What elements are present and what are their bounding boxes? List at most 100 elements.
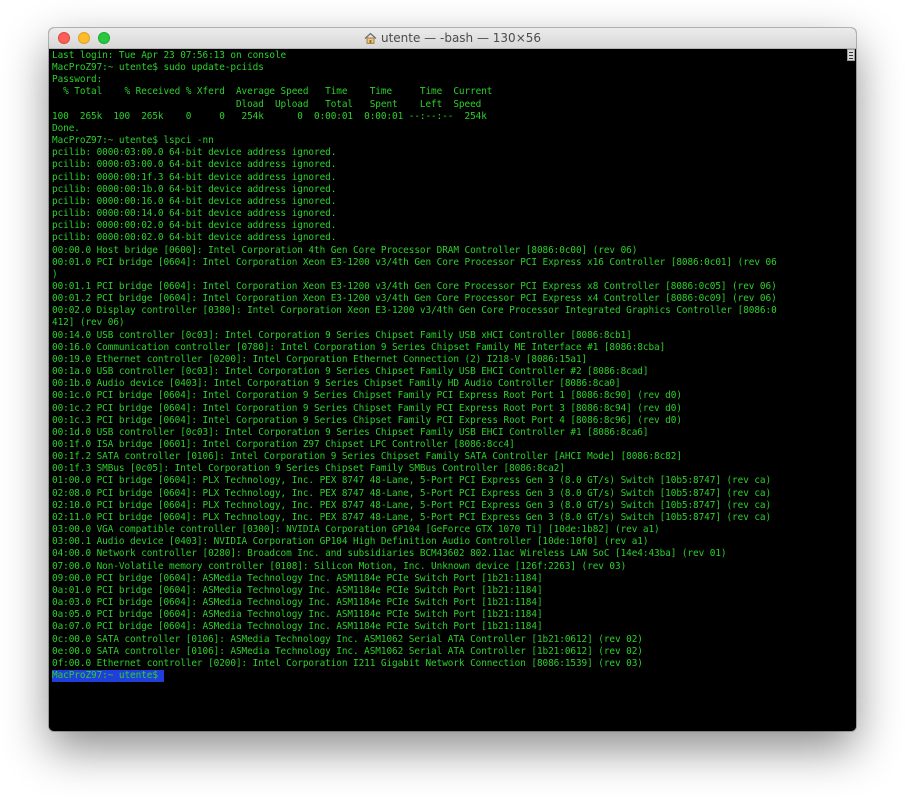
terminal-line: 00:01.0 PCI bridge [0604]: Intel Corpora… <box>52 256 777 268</box>
terminal-line: 00:14.0 USB controller [0c03]: Intel Cor… <box>52 329 632 341</box>
terminal-line: 00:1c.2 PCI bridge [0604]: Intel Corpora… <box>52 402 682 414</box>
terminal-line: 04:00.0 Network controller [0280]: Broad… <box>52 548 727 560</box>
terminal-line: pcilib: 0000:03:00.0 64-bit device addre… <box>52 159 337 171</box>
terminal-line: pcilib: 0000:00:1f.3 64-bit device addre… <box>52 171 337 183</box>
terminal-line: 03:00.0 VGA compatible controller [0300]… <box>52 524 660 536</box>
terminal-line-row: % Total % Received % Xferd Average Speed… <box>52 86 844 98</box>
terminal-line-row: 04:00.0 Network controller [0280]: Broad… <box>52 548 844 560</box>
terminal-line-row: 00:1f.0 ISA bridge [0601]: Intel Corpora… <box>52 439 844 451</box>
terminal-line: 0e:00.0 SATA controller [0106]: ASMedia … <box>52 645 643 657</box>
terminal-line-row: Done. <box>52 123 844 135</box>
terminal-line-row: pcilib: 0000:03:00.0 64-bit device addre… <box>52 147 844 159</box>
terminal-line-row: pcilib: 0000:00:14.0 64-bit device addre… <box>52 208 844 220</box>
terminal-line-row: 03:00.0 VGA compatible controller [0300]… <box>52 524 844 536</box>
terminal-line: % Total % Received % Xferd Average Speed… <box>52 86 493 98</box>
terminal-line-row: ) <box>52 269 844 281</box>
terminal-line-row: 0a:01.0 PCI bridge [0604]: ASMedia Techn… <box>52 585 844 597</box>
terminal-line: 00:00.0 Host bridge [0600]: Intel Corpor… <box>52 244 638 256</box>
window-title: utente — -bash — 130×56 <box>380 31 542 45</box>
terminal-line: 01:00.0 PCI bridge [0604]: PLX Technolog… <box>52 475 772 487</box>
terminal-output[interactable]: Last login: Tue Apr 23 07:56:13 on conso… <box>49 49 856 731</box>
terminal-line: Last login: Tue Apr 23 07:56:13 on conso… <box>52 50 287 61</box>
terminal-line: 02:11.0 PCI bridge [0604]: PLX Technolog… <box>52 511 772 523</box>
terminal-line-row: 0a:03.0 PCI bridge [0604]: ASMedia Techn… <box>52 597 844 609</box>
terminal-line-row: 00:01.2 PCI bridge [0604]: Intel Corpora… <box>52 293 844 305</box>
terminal-line: 02:10.0 PCI bridge [0604]: PLX Technolog… <box>52 499 772 511</box>
terminal-line: 00:1b.0 Audio device [0403]: Intel Corpo… <box>52 378 621 390</box>
terminal-line: 00:1f.3 SMBus [0c05]: Intel Corporation … <box>52 463 565 475</box>
terminal-line-row: 00:19.0 Ethernet controller [0200]: Inte… <box>52 354 844 366</box>
terminal-line-row: 0f:00.0 Ethernet controller [0200]: Inte… <box>52 658 844 670</box>
title-wrap: utente — -bash — 130×56 <box>49 28 856 48</box>
terminal-line: ) <box>52 268 58 280</box>
terminal-line-row: pcilib: 0000:00:1b.0 64-bit device addre… <box>52 184 844 196</box>
terminal-line-row: 00:1d.0 USB controller [0c03]: Intel Cor… <box>52 427 844 439</box>
terminal-line: 00:19.0 Ethernet controller [0200]: Inte… <box>52 353 588 365</box>
terminal-line-row: 00:16.0 Communication controller [0780]:… <box>52 342 844 354</box>
terminal-line-row: 00:1c.3 PCI bridge [0604]: Intel Corpora… <box>52 415 844 427</box>
terminal-line: 00:1d.0 USB controller [0c03]: Intel Cor… <box>52 426 649 438</box>
terminal-line: pcilib: 0000:00:16.0 64-bit device addre… <box>52 195 337 207</box>
terminal-line: 00:16.0 Communication controller [0780]:… <box>52 341 666 353</box>
terminal-line: MacProZ97:~ utente$ lspci -nn <box>52 135 214 147</box>
terminal-line-row: 02:11.0 PCI bridge [0604]: PLX Technolog… <box>52 512 844 524</box>
terminal-line: 07:00.0 Non-Volatile memory controller [… <box>52 560 627 572</box>
terminal-line: 0c:00.0 SATA controller [0106]: ASMedia … <box>52 633 643 645</box>
terminal-line-row: Password: <box>52 74 844 86</box>
terminal-line-row: 00:01.1 PCI bridge [0604]: Intel Corpora… <box>52 281 844 293</box>
terminal-line: 00:01.2 PCI bridge [0604]: Intel Corpora… <box>52 293 777 305</box>
terminal-line: Done. <box>52 122 80 134</box>
terminal-line: Dload Upload Total Spent Left Speed <box>52 98 482 110</box>
terminal-line: 00:02.0 Display controller [0380]: Intel… <box>52 305 777 317</box>
terminal-line-row: pcilib: 0000:03:00.0 64-bit device addre… <box>52 159 844 171</box>
terminal-line: 00:1c.3 PCI bridge [0604]: Intel Corpora… <box>52 414 682 426</box>
terminal-line-row: 00:1b.0 Audio device [0403]: Intel Corpo… <box>52 378 844 390</box>
terminal-window: utente — -bash — 130×56 Last login: Tue … <box>49 28 856 731</box>
terminal-line-row: 00:01.0 PCI bridge [0604]: Intel Corpora… <box>52 257 844 269</box>
terminal-line-row: pcilib: 0000:00:16.0 64-bit device addre… <box>52 196 844 208</box>
terminal-line-row: MacProZ97:~ utente$ <box>52 669 844 683</box>
terminal-line-row: MacProZ97:~ utente$ lspci -nn <box>52 135 844 147</box>
terminal-line-row: 0c:00.0 SATA controller [0106]: ASMedia … <box>52 634 844 646</box>
terminal-line: pcilib: 0000:00:02.0 64-bit device addre… <box>52 220 337 232</box>
terminal-line-row: 00:14.0 USB controller [0c03]: Intel Cor… <box>52 330 844 342</box>
terminal-line-row: Last login: Tue Apr 23 07:56:13 on conso… <box>52 50 844 62</box>
terminal-line-row: 00:1f.2 SATA controller [0106]: Intel Co… <box>52 451 844 463</box>
terminal-line-row: 0a:05.0 PCI bridge [0604]: ASMedia Techn… <box>52 609 844 621</box>
terminal-line: 0f:00.0 Ethernet controller [0200]: Inte… <box>52 657 643 669</box>
terminal-line: pcilib: 0000:00:14.0 64-bit device addre… <box>52 208 337 220</box>
terminal-line-row: 0e:00.0 SATA controller [0106]: ASMedia … <box>52 646 844 658</box>
title-bar[interactable]: utente — -bash — 130×56 <box>49 28 856 49</box>
terminal-line-row: pcilib: 0000:00:02.0 64-bit device addre… <box>52 220 844 232</box>
terminal-line: 00:1f.2 SATA controller [0106]: Intel Co… <box>52 451 682 463</box>
terminal-line: pcilib: 0000:00:1b.0 64-bit device addre… <box>52 183 337 195</box>
terminal-line-row: 00:1f.3 SMBus [0c05]: Intel Corporation … <box>52 463 844 475</box>
terminal-line: 03:00.1 Audio device [0403]: NVIDIA Corp… <box>52 536 649 548</box>
terminal-line-row: 02:08.0 PCI bridge [0604]: PLX Technolog… <box>52 488 844 500</box>
terminal-line-row: 00:02.0 Display controller [0380]: Intel… <box>52 305 844 317</box>
terminal-line-row: 03:00.1 Audio device [0403]: NVIDIA Corp… <box>52 536 844 548</box>
terminal-line-row: 412] (rev 06) <box>52 317 844 329</box>
terminal-line-row: 00:1c.0 PCI bridge [0604]: Intel Corpora… <box>52 390 844 402</box>
terminal-line-row: Dload Upload Total Spent Left Speed <box>52 99 844 111</box>
terminal-line: 00:1a.0 USB controller [0c03]: Intel Cor… <box>52 366 649 378</box>
terminal-line-row: 100 265k 100 265k 0 0 254k 0 0:00:01 0:0… <box>52 111 844 123</box>
terminal-line-row: 00:1c.2 PCI bridge [0604]: Intel Corpora… <box>52 403 844 415</box>
terminal-line: 00:01.1 PCI bridge [0604]: Intel Corpora… <box>52 280 777 292</box>
terminal-line: 09:00.0 PCI bridge [0604]: ASMedia Techn… <box>52 572 543 584</box>
terminal-line-row: 02:10.0 PCI bridge [0604]: PLX Technolog… <box>52 500 844 512</box>
terminal-line-row: 01:00.0 PCI bridge [0604]: PLX Technolog… <box>52 475 844 487</box>
home-icon <box>364 32 377 44</box>
terminal-line: 00:1c.0 PCI bridge [0604]: Intel Corpora… <box>52 390 682 402</box>
terminal-line: 0a:07.0 PCI bridge [0604]: ASMedia Techn… <box>52 621 543 633</box>
terminal-line: pcilib: 0000:03:00.0 64-bit device addre… <box>52 147 337 159</box>
terminal-line: 00:1f.0 ISA bridge [0601]: Intel Corpora… <box>52 439 515 450</box>
terminal-line-row: 09:00.0 PCI bridge [0604]: ASMedia Techn… <box>52 573 844 585</box>
terminal-line-selected: MacProZ97:~ utente$ <box>52 669 164 683</box>
terminal-line: Password: <box>52 74 103 86</box>
terminal-line-row: MacProZ97:~ utente$ sudo update-pciids <box>52 62 844 74</box>
terminal-line-row: 0a:07.0 PCI bridge [0604]: ASMedia Techn… <box>52 621 844 633</box>
terminal-line-row: 07:00.0 Non-Volatile memory controller [… <box>52 561 844 573</box>
scrollbar-marker-icon[interactable] <box>847 49 855 61</box>
terminal-line: MacProZ97:~ utente$ sudo update-pciids <box>52 62 264 74</box>
